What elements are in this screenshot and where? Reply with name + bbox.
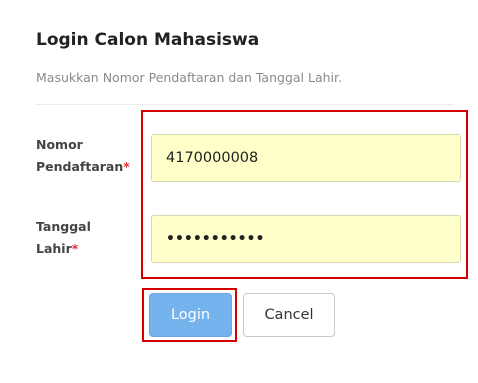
cancel-button[interactable]: Cancel (243, 293, 335, 337)
nomor-label-line2: Pendaftaran (36, 159, 124, 174)
form-title: Login Calon Mahasiswa (36, 30, 260, 50)
nomor-pendaftaran-value: 4170000008 (166, 150, 259, 166)
nomor-label-line1: Nomor (36, 137, 83, 152)
divider (36, 104, 454, 105)
tanggal-lahir-input[interactable]: ••••••••••• (151, 215, 461, 263)
tanggal-lahir-masked-value: ••••••••••• (166, 231, 265, 247)
nomor-pendaftaran-label: Nomor Pendaftaran* (36, 134, 146, 178)
nomor-pendaftaran-input[interactable]: 4170000008 (151, 134, 461, 182)
required-mark: * (123, 159, 130, 174)
tanggal-label-line2: Lahir (36, 241, 72, 256)
login-panel: Login Calon Mahasiswa Masukkan Nomor Pen… (0, 0, 478, 383)
form-subtitle: Masukkan Nomor Pendaftaran dan Tanggal L… (36, 70, 342, 85)
tanggal-lahir-label: Tanggal Lahir* (36, 216, 146, 260)
required-mark: * (71, 241, 79, 256)
login-button[interactable]: Login (149, 293, 232, 337)
tanggal-label-line1: Tanggal (36, 219, 91, 234)
